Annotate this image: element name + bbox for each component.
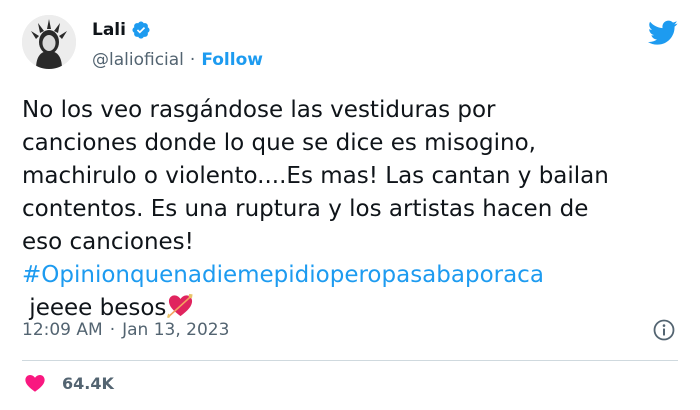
- info-icon[interactable]: [652, 318, 676, 342]
- heart-with-arrow-icon: [167, 292, 194, 319]
- like-action[interactable]: 64.4K: [24, 372, 114, 394]
- tweet-text-line: canciones donde lo que se dice es misogi…: [22, 130, 536, 156]
- heart-icon[interactable]: [24, 372, 46, 394]
- meta-separator: ·: [109, 320, 116, 340]
- tweet-date[interactable]: Jan 13, 2023: [122, 320, 229, 340]
- author-name-row: Lali: [92, 20, 151, 40]
- like-count: 64.4K: [62, 373, 114, 393]
- divider: [22, 360, 678, 361]
- tweet-text-line: eso canciones!: [22, 229, 194, 255]
- twitter-logo-icon[interactable]: [648, 20, 678, 46]
- author-handle-row: @lalioficial · Follow: [92, 50, 263, 70]
- hashtag-link[interactable]: #Opinionquenadiemepidioperopasabaporaca: [22, 259, 682, 292]
- tweet-text-line: machirulo o violento....Es mas! Las cant…: [22, 163, 609, 189]
- tweet-text: No los veo rasgándose las vestiduras por…: [22, 94, 682, 325]
- tweet-meta: 12:09 AM · Jan 13, 2023: [22, 320, 229, 340]
- author-handle[interactable]: @lalioficial: [92, 50, 184, 70]
- tweet-time[interactable]: 12:09 AM: [22, 320, 103, 340]
- author-name[interactable]: Lali: [92, 20, 126, 40]
- avatar[interactable]: [22, 15, 76, 69]
- verified-badge-icon: [131, 20, 151, 40]
- tweet-text-line: contentos. Es una ruptura y los artistas…: [22, 196, 589, 222]
- tweet-text-line: No los veo rasgándose las vestiduras por: [22, 97, 496, 123]
- tweet-closing-text: jeeee besos: [22, 295, 167, 321]
- handle-separator: ·: [189, 50, 196, 70]
- tweet-card: Lali @lalioficial · Follow No los veo ra…: [0, 0, 700, 410]
- follow-button[interactable]: Follow: [201, 50, 263, 70]
